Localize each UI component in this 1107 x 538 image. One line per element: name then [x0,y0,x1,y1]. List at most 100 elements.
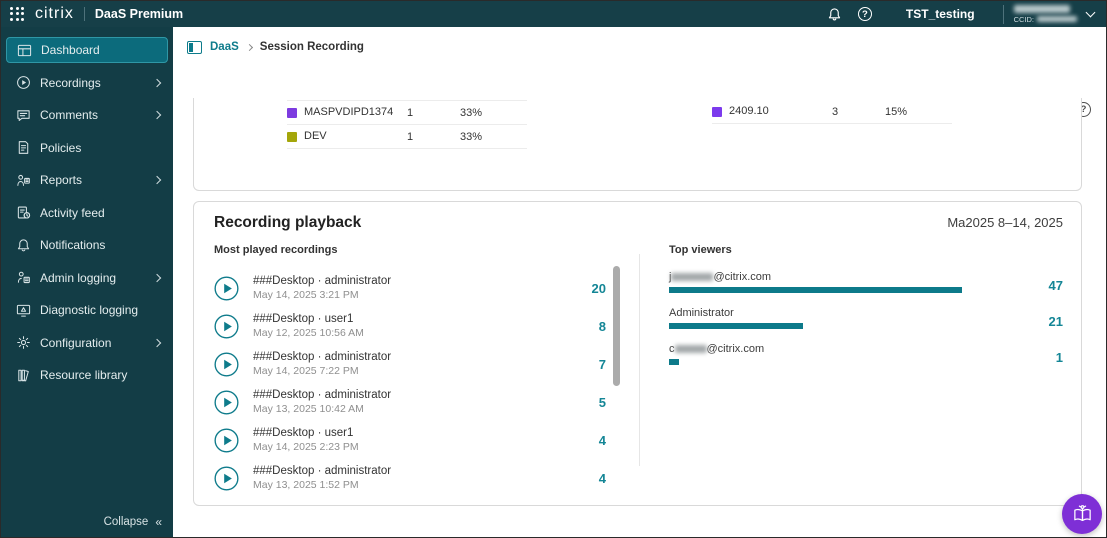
list-scrollbar[interactable] [613,266,620,386]
recordings-icon [15,75,31,91]
sidebar-item[interactable]: Resource library [6,362,168,388]
sidebar: Dashboard Recordings Comments Policies [1,27,173,538]
legend-swatch [287,132,297,142]
play-count: 8 [568,319,606,334]
sidebar-item[interactable]: Recordings [6,70,168,96]
recording-list-item[interactable]: ###Desktop · user1 May 12, 2025 10:56 AM… [214,307,614,345]
most-played-section: Most played recordings ###Desktop · admi… [214,244,614,497]
viewer-name-redacted [671,273,713,281]
play-button[interactable] [214,428,239,453]
legend-swatch [287,108,297,118]
breadcrumb-separator-icon [246,43,253,50]
recording-list-item[interactable]: ###Desktop · administrator May 14, 2025 … [214,269,614,307]
column-divider [639,254,640,466]
product-title: DaaS Premium [95,7,183,21]
chevron-down-icon[interactable] [1086,8,1096,18]
reports-icon [15,172,31,188]
sidebar-item[interactable]: Comments [6,102,168,128]
sidebar-item[interactable]: Reports [6,167,168,193]
play-button[interactable] [214,276,239,301]
play-button[interactable] [214,390,239,415]
account-menu[interactable]: CCID: [1003,5,1077,24]
collapse-button[interactable]: Collapse « [104,515,161,529]
viewer-name: Administrator [669,307,995,319]
host-usage-table: MASPVDIPD1374 1 33% DEV 1 33% [287,100,527,149]
recording-list-item[interactable]: ###Desktop · user1 May 14, 2025 2:23 PM … [214,421,614,459]
recording-date: May 13, 2025 1:52 PM [253,479,568,491]
viewer-bar [669,359,679,365]
recording-title: ###Desktop · user1 [253,427,568,439]
resource-library-icon [15,367,31,383]
app-window: citrix DaaS Premium TST_testing CCID: Da… [0,0,1107,538]
table-row: MASPVDIPD1374 1 33% [287,101,527,125]
bell-icon[interactable] [820,1,850,27]
usage-stats-card: MASPVDIPD1374 1 33% DEV 1 33% 2409.10 [193,98,1082,191]
policies-icon [15,140,31,156]
recording-date: May 14, 2025 2:23 PM [253,441,568,453]
viewer-row: c@citrix.com 1 [669,343,1063,365]
sidebar-item[interactable]: Activity feed [6,200,168,226]
breadcrumb: DaaS Session Recording [173,27,1107,57]
guide-fab-button[interactable] [1062,494,1102,534]
recording-list-item[interactable]: ###Desktop · administrator May 13, 2025 … [214,383,614,421]
card-title: Recording playback [214,214,361,232]
breadcrumb-root-link[interactable]: DaaS [210,41,239,53]
notifications-icon [15,237,31,253]
diagnostic-logging-icon [15,302,31,318]
chevron-right-icon [153,273,161,281]
admin-logging-icon [15,270,31,286]
view-count: 21 [1023,314,1063,329]
dashboard-icon [16,42,32,58]
play-button[interactable] [214,314,239,339]
recording-list-item[interactable]: ###Desktop · administrator May 14, 2025 … [214,345,614,383]
recording-date: May 14, 2025 7:22 PM [253,365,568,377]
recording-title: ###Desktop · administrator [253,389,568,401]
recording-list-item[interactable]: ###Desktop · administrator May 13, 2025 … [214,459,614,497]
viewer-row: j@citrix.com 47 [669,271,1063,293]
help-icon[interactable] [850,1,880,27]
viewer-row: Administrator 21 [669,307,1063,329]
account-name-redacted [1014,5,1070,13]
panel-toggle-icon[interactable] [187,41,202,54]
date-range: Ma2025 8–14, 2025 [947,215,1063,230]
viewer-bar [669,287,962,293]
play-button[interactable] [214,352,239,377]
viewer-name: j@citrix.com [669,271,995,283]
breadcrumb-current: Session Recording [260,41,364,53]
view-count: 47 [1023,278,1063,293]
viewer-bar [669,323,803,329]
section-heading: Most played recordings [214,244,614,256]
recording-title: ###Desktop · user1 [253,313,568,325]
sidebar-item[interactable]: Notifications [6,232,168,258]
top-viewers-section: Top viewers j@citrix.com 47 Administrato… [669,244,1063,379]
chevron-right-icon [153,78,161,86]
chevron-right-icon [153,338,161,346]
divider [84,7,85,21]
sidebar-item[interactable]: Dashboard [6,37,168,63]
recording-title: ###Desktop · administrator [253,351,568,363]
view-count: 1 [1023,350,1063,365]
sidebar-item[interactable]: Diagnostic logging [6,297,168,323]
activity-feed-icon [15,205,31,221]
open-book-bulb-icon [1072,504,1093,525]
ccid-value-redacted [1037,16,1077,22]
recording-date: May 13, 2025 10:42 AM [253,403,568,415]
waffle-menu-icon[interactable] [10,7,25,22]
play-button[interactable] [214,466,239,491]
top-bar: citrix DaaS Premium TST_testing CCID: [1,1,1107,27]
recording-title: ###Desktop · administrator [253,465,568,477]
viewer-name-redacted [675,345,707,353]
play-count: 4 [568,433,606,448]
recording-date: May 12, 2025 10:56 AM [253,327,568,339]
org-name[interactable]: TST_testing [906,7,975,21]
chevron-right-icon [153,176,161,184]
chevron-right-icon [153,111,161,119]
play-count: 20 [568,281,606,296]
sidebar-item[interactable]: Admin logging [6,265,168,291]
section-heading: Top viewers [669,244,1063,256]
sidebar-item[interactable]: Policies [6,135,168,161]
play-count: 7 [568,357,606,372]
play-count: 4 [568,471,606,486]
recording-title: ###Desktop · administrator [253,275,568,287]
sidebar-item[interactable]: Configuration [6,330,168,356]
